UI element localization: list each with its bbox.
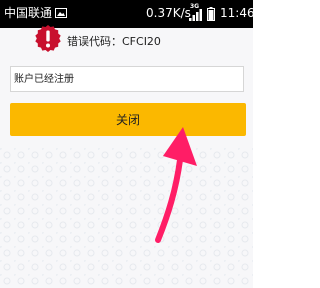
message-text: 账户已经注册 — [14, 74, 74, 85]
dialog-content: 错误代码：CFCI20 账户已经注册 关闭 — [0, 25, 253, 288]
close-button-label: 关闭 — [115, 113, 140, 127]
image-icon — [55, 8, 67, 18]
close-button[interactable]: 关闭 — [10, 103, 246, 136]
signal-icon — [189, 9, 202, 21]
error-code-label: 错误代码：CFCI20 — [67, 35, 161, 48]
carrier-name: 中国联通 — [4, 6, 53, 20]
clock: 11:46 — [220, 6, 255, 20]
background-pattern — [0, 148, 253, 288]
message-box: 账户已经注册 — [10, 66, 244, 92]
exclamation-icon — [35, 25, 61, 52]
battery-icon — [207, 7, 215, 21]
error-header: 错误代码：CFCI20 — [0, 25, 253, 60]
network-speed: 0.37K/s — [146, 6, 191, 20]
